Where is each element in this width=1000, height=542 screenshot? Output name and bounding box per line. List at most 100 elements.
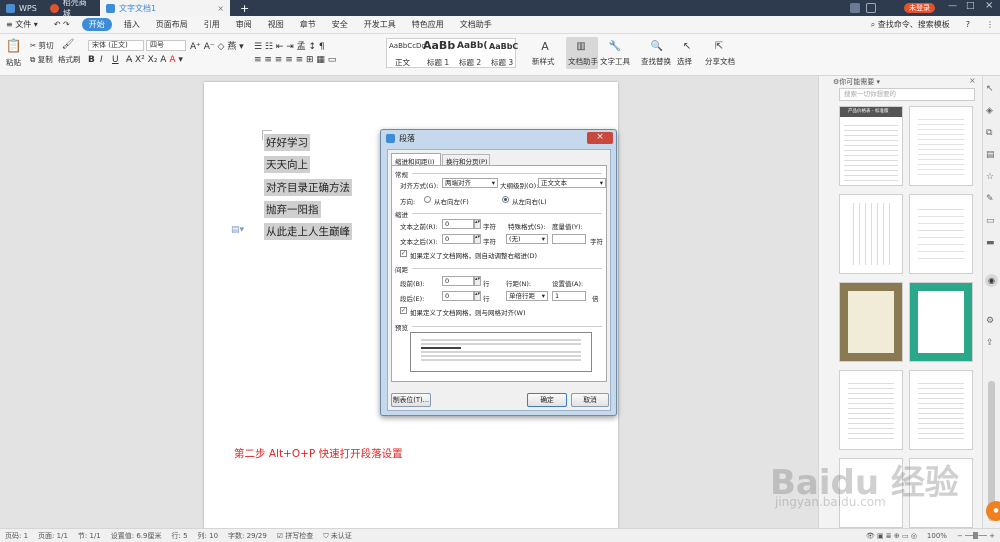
tab-docer-store[interactable]: 稻壳商城 bbox=[44, 0, 100, 18]
scrollbar[interactable] bbox=[988, 381, 995, 521]
template-thumb[interactable] bbox=[909, 282, 973, 362]
style-normal-preview[interactable]: AaBbCcDd bbox=[389, 42, 426, 50]
cancel-button[interactable]: 取消 bbox=[571, 393, 609, 407]
doc-line[interactable]: 对齐目录正确方法 bbox=[264, 179, 352, 196]
star-icon[interactable]: ☆ bbox=[986, 172, 994, 182]
doc-line[interactable]: 好好学习 bbox=[264, 134, 310, 151]
space-before-spinner[interactable]: ▴▾ bbox=[474, 276, 481, 286]
command-search[interactable]: ⌕ 查找命令、搜索模板 bbox=[863, 19, 958, 30]
new-style-icon[interactable]: A bbox=[538, 39, 552, 53]
bold-button[interactable]: B bbox=[88, 55, 95, 65]
rtl-radio[interactable] bbox=[424, 196, 431, 203]
status-cert[interactable]: ⛉ 未认证 bbox=[318, 531, 356, 541]
share-button[interactable]: 分享文档 bbox=[705, 56, 735, 67]
menu-page-layout[interactable]: 页面布局 bbox=[148, 19, 196, 30]
find-replace-button[interactable]: 查找替换 bbox=[641, 56, 671, 67]
menu-developer[interactable]: 开发工具 bbox=[356, 19, 404, 30]
new-tab-button[interactable]: + bbox=[234, 0, 255, 16]
font-name-select[interactable]: 宋体 (正文) bbox=[88, 40, 144, 51]
special-format-select[interactable]: (无) bbox=[506, 234, 548, 244]
undo-icon[interactable]: ↶ ↷ bbox=[46, 20, 78, 29]
select-button[interactable]: 选择 bbox=[677, 56, 692, 67]
set-value-input[interactable]: 1 bbox=[552, 291, 586, 301]
tabs-button[interactable]: 制表位(T)... bbox=[391, 393, 431, 407]
strikethrough-button[interactable]: A̶ X² X₂ A A ▾ bbox=[126, 55, 183, 65]
share-icon[interactable]: ⇪ bbox=[986, 338, 994, 348]
measure-input[interactable] bbox=[552, 234, 586, 244]
template-thumb[interactable] bbox=[909, 370, 973, 450]
doc-line[interactable]: 天天向上 bbox=[264, 156, 310, 173]
space-after-spinner[interactable]: ▴▾ bbox=[474, 291, 481, 301]
indent-after-spinner[interactable]: ▴▾ bbox=[474, 234, 481, 244]
tab-line-page-break[interactable]: 换行和分页(P) bbox=[442, 154, 490, 166]
pin-icon[interactable]: ✎ bbox=[986, 194, 994, 204]
outline-select[interactable]: 正文文本 bbox=[538, 178, 606, 188]
window-mode-icon[interactable] bbox=[866, 3, 876, 13]
space-after-input[interactable]: 0 bbox=[442, 291, 474, 301]
paste-icon[interactable]: 📋 bbox=[6, 38, 22, 54]
view-mode-icons[interactable]: 👁 ▣ ≣ ⊕ ▭ ◎ bbox=[861, 532, 922, 540]
panel-close-icon[interactable]: × bbox=[969, 76, 976, 85]
doc-line[interactable]: 从此走上人生巅峰 bbox=[264, 223, 352, 240]
settings-icon[interactable]: ⚙ bbox=[986, 316, 994, 326]
snap-grid-checkbox[interactable]: ✓ bbox=[400, 307, 407, 314]
align-buttons[interactable]: ≡ ≡ ≡ ≡ ≡ ⊞ ▦ ▭ bbox=[254, 55, 336, 65]
font-grow-icon[interactable]: A⁺ A⁻ ◇ 燕 ▾ bbox=[190, 39, 244, 52]
folder-icon[interactable]: ▬ bbox=[986, 238, 995, 248]
style-h2-preview[interactable]: AaBb( bbox=[457, 41, 487, 51]
close-icon[interactable]: × bbox=[217, 4, 224, 13]
space-before-input[interactable]: 0 bbox=[442, 276, 474, 286]
cut-button[interactable]: ✂ 剪切 bbox=[30, 40, 54, 51]
menu-insert[interactable]: 插入 bbox=[116, 19, 148, 30]
italic-button[interactable]: I bbox=[100, 55, 103, 65]
apps-icon[interactable]: ◉ bbox=[985, 274, 998, 287]
assistant-bubble-icon[interactable]: ● bbox=[986, 501, 1000, 521]
tab-document1[interactable]: 文字文档1 × bbox=[100, 0, 230, 16]
doc-line[interactable]: 抛弃一阳指 bbox=[264, 201, 321, 218]
chart-icon[interactable]: ▤ bbox=[986, 150, 995, 160]
menu-doc-assistant[interactable]: 文档助手 bbox=[452, 19, 500, 30]
font-size-select[interactable]: 四号 bbox=[146, 40, 186, 51]
template-thumb[interactable] bbox=[909, 194, 973, 274]
minimize-icon[interactable]: — bbox=[948, 1, 957, 11]
template-thumb[interactable] bbox=[909, 106, 973, 186]
template-thumb[interactable] bbox=[839, 194, 903, 274]
help-button[interactable]: ? bbox=[958, 20, 978, 29]
align-select[interactable]: 两端对齐 bbox=[442, 178, 498, 188]
underline-button[interactable]: U bbox=[112, 55, 119, 65]
menu-chapter[interactable]: 章节 bbox=[292, 19, 324, 30]
doc-helper-icon[interactable]: ▥ bbox=[574, 39, 588, 53]
template-thumb[interactable]: 产品价格表 - 标准版 bbox=[839, 106, 903, 186]
wrench-icon[interactable]: 🔧 bbox=[608, 39, 622, 53]
text-tools-button[interactable]: 文字工具 bbox=[600, 56, 630, 67]
cursor-icon[interactable]: ↖ bbox=[680, 39, 694, 53]
menu-review[interactable]: 审阅 bbox=[228, 19, 260, 30]
more-icon[interactable]: ⋮ bbox=[978, 20, 1000, 29]
panel-search-input[interactable]: 搜索一切你想要的 bbox=[839, 88, 975, 101]
indent-before-spinner[interactable]: ▴▾ bbox=[474, 219, 481, 229]
link-icon[interactable]: ⧉ bbox=[986, 128, 992, 138]
layout-icon[interactable] bbox=[850, 3, 860, 13]
login-button[interactable]: 未登录 bbox=[904, 3, 935, 13]
menu-file[interactable]: ≡ 文件 ▾ bbox=[0, 19, 46, 30]
style-h1-preview[interactable]: AaBb bbox=[423, 39, 455, 52]
menu-security[interactable]: 安全 bbox=[324, 19, 356, 30]
indent-after-input[interactable]: 0 bbox=[442, 234, 474, 244]
magnifier-icon[interactable]: 🔍 bbox=[650, 39, 664, 53]
tab-indent-spacing[interactable]: 缩进和间距(I) bbox=[391, 153, 441, 166]
format-painter-button[interactable]: 格式刷 bbox=[58, 54, 81, 65]
style-h3-preview[interactable]: AaBbC bbox=[489, 42, 518, 51]
zoom-slider[interactable]: − ── ── + bbox=[952, 532, 1000, 540]
line-spacing-select[interactable]: 单倍行距 bbox=[506, 291, 548, 301]
share-icon[interactable]: ⇱ bbox=[712, 39, 726, 53]
menu-view[interactable]: 视图 bbox=[260, 19, 292, 30]
status-spell[interactable]: ☑ 拼写检查 bbox=[272, 531, 319, 541]
close-window-icon[interactable]: × bbox=[985, 0, 993, 11]
dialog-close-button[interactable]: × bbox=[587, 132, 613, 144]
ltr-radio[interactable] bbox=[502, 196, 509, 203]
maximize-icon[interactable]: □ bbox=[966, 1, 975, 11]
status-words[interactable]: 字数: 29/29 bbox=[223, 531, 272, 541]
template-thumb[interactable] bbox=[839, 370, 903, 450]
menu-start[interactable]: 开始 bbox=[81, 18, 112, 31]
paragraph-handle-icon[interactable]: ▤▾ bbox=[231, 225, 244, 235]
